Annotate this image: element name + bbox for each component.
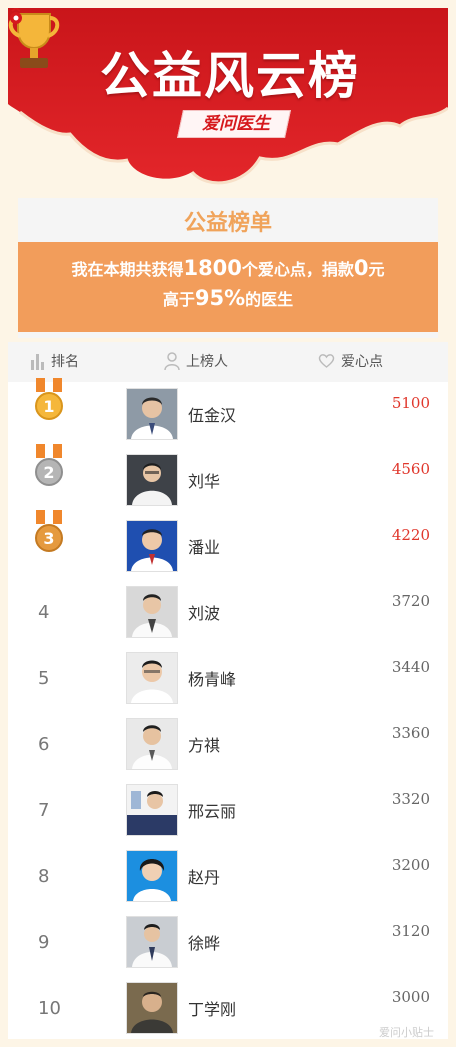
love-points: 3360 (391, 724, 430, 742)
stats-panel: 我在本期共获得1800个爱心点，捐款0元 高于95%的医生 (18, 242, 438, 332)
ranking-row[interactable]: 1 伍金汉 5100 (8, 378, 448, 448)
ranking-row[interactable]: 7 邢云丽 3320 (8, 778, 448, 844)
doctor-avatar (126, 652, 178, 704)
ranking-row[interactable]: 9 徐晔 3120 (8, 910, 448, 976)
rank-number: 7 (38, 800, 50, 821)
stats-line-2: 高于95%的医生 (18, 284, 438, 314)
rank-number: 5 (38, 668, 50, 689)
doctor-avatar (126, 718, 178, 770)
doctor-name: 徐晔 (188, 934, 221, 953)
doctor-name: 赵丹 (188, 868, 221, 887)
love-points: 4560 (391, 460, 430, 478)
love-points: 3120 (391, 922, 430, 940)
bar-chart-icon (31, 354, 44, 370)
person-icon (164, 352, 180, 370)
eye-logo-icon (10, 8, 22, 24)
ranking-row[interactable]: 3 潘业 4220 (8, 510, 448, 580)
ranking-row[interactable]: 2 刘华 4560 (8, 444, 448, 514)
points-value: 1800 (183, 256, 242, 280)
column-doctor: 上榜人 (164, 342, 264, 382)
love-points: 3440 (391, 658, 430, 676)
rank-number: 4 (38, 602, 50, 623)
ranking-row[interactable]: 4 刘波 3720 (8, 580, 448, 646)
doctor-name: 潘业 (188, 538, 221, 557)
summary-card: 公益榜单 我在本期共获得1800个爱心点，捐款0元 高于95%的医生 (18, 198, 438, 338)
ranking-row[interactable]: 5 杨青峰 3440 (8, 646, 448, 712)
doctor-avatar (126, 388, 178, 440)
love-points: 3320 (391, 790, 430, 808)
watermark: 爱问小贴士 (379, 1026, 434, 1039)
table-header: 排名 上榜人 爱心点 (8, 342, 448, 382)
section-title: 公益榜单 (183, 211, 272, 236)
page-frame: 公益风云榜 爱问医生 公益榜单 我在本期共获得1800个爱心点，捐款0元 高于9… (8, 8, 448, 1039)
love-points: 5100 (391, 394, 430, 412)
love-points: 4220 (391, 526, 430, 544)
rank-label: 1 (43, 397, 54, 416)
love-points: 3720 (391, 592, 430, 610)
doctor-avatar (126, 982, 178, 1034)
percent-value: 95% (194, 286, 246, 310)
doctor-name: 邢云丽 (188, 802, 237, 821)
doctor-name: 杨青峰 (188, 670, 237, 689)
stats-text: 的医生 (245, 290, 294, 309)
doctor-avatar (126, 586, 178, 638)
rank-number: 6 (38, 734, 50, 755)
page-title: 公益风云榜 (100, 47, 360, 105)
column-rank-label: 排名 (51, 354, 79, 370)
column-points-label: 爱心点 (341, 354, 383, 370)
stats-text: 我在本期共获得 (71, 260, 184, 279)
stats-text: 个爱心点，捐款 (241, 260, 354, 279)
gold-medal-icon: 1 (35, 378, 63, 420)
bronze-medal-icon: 3 (35, 510, 63, 552)
column-doctor-label: 上榜人 (186, 354, 228, 370)
ranking-row[interactable]: 8 赵丹 3200 (8, 844, 448, 910)
doctor-name: 刘波 (188, 604, 221, 623)
doctor-name: 丁学刚 (188, 1000, 237, 1019)
header-banner: 公益风云榜 爱问医生 (8, 8, 448, 198)
doctor-avatar (126, 520, 178, 572)
donation-value: 0 (353, 256, 369, 280)
doctor-avatar (126, 850, 178, 902)
heart-icon (318, 354, 335, 368)
brand-name: 爱问医生 (202, 114, 270, 134)
stats-line-1: 我在本期共获得1800个爱心点，捐款0元 (18, 254, 438, 284)
rank-number: 9 (38, 932, 50, 953)
silver-medal-icon: 2 (35, 444, 63, 486)
doctor-name: 伍金汉 (188, 406, 237, 425)
rank-label: 3 (43, 529, 54, 548)
ranking-row[interactable]: 6 方祺 3360 (8, 712, 448, 778)
column-rank: 排名 (30, 342, 120, 382)
rank-number: 8 (38, 866, 50, 887)
love-points: 3200 (391, 856, 430, 874)
stats-text: 元 (368, 260, 385, 279)
rank-label: 2 (43, 463, 54, 482)
doctor-avatar (126, 784, 178, 836)
love-points: 3000 (391, 988, 430, 1006)
doctor-name: 刘华 (188, 472, 221, 491)
doctor-name: 方祺 (188, 736, 221, 755)
rank-number: 10 (38, 998, 61, 1019)
doctor-avatar (126, 454, 178, 506)
stats-text: 高于 (162, 290, 195, 309)
doctor-avatar (126, 916, 178, 968)
column-points: 爱心点 (318, 342, 418, 382)
